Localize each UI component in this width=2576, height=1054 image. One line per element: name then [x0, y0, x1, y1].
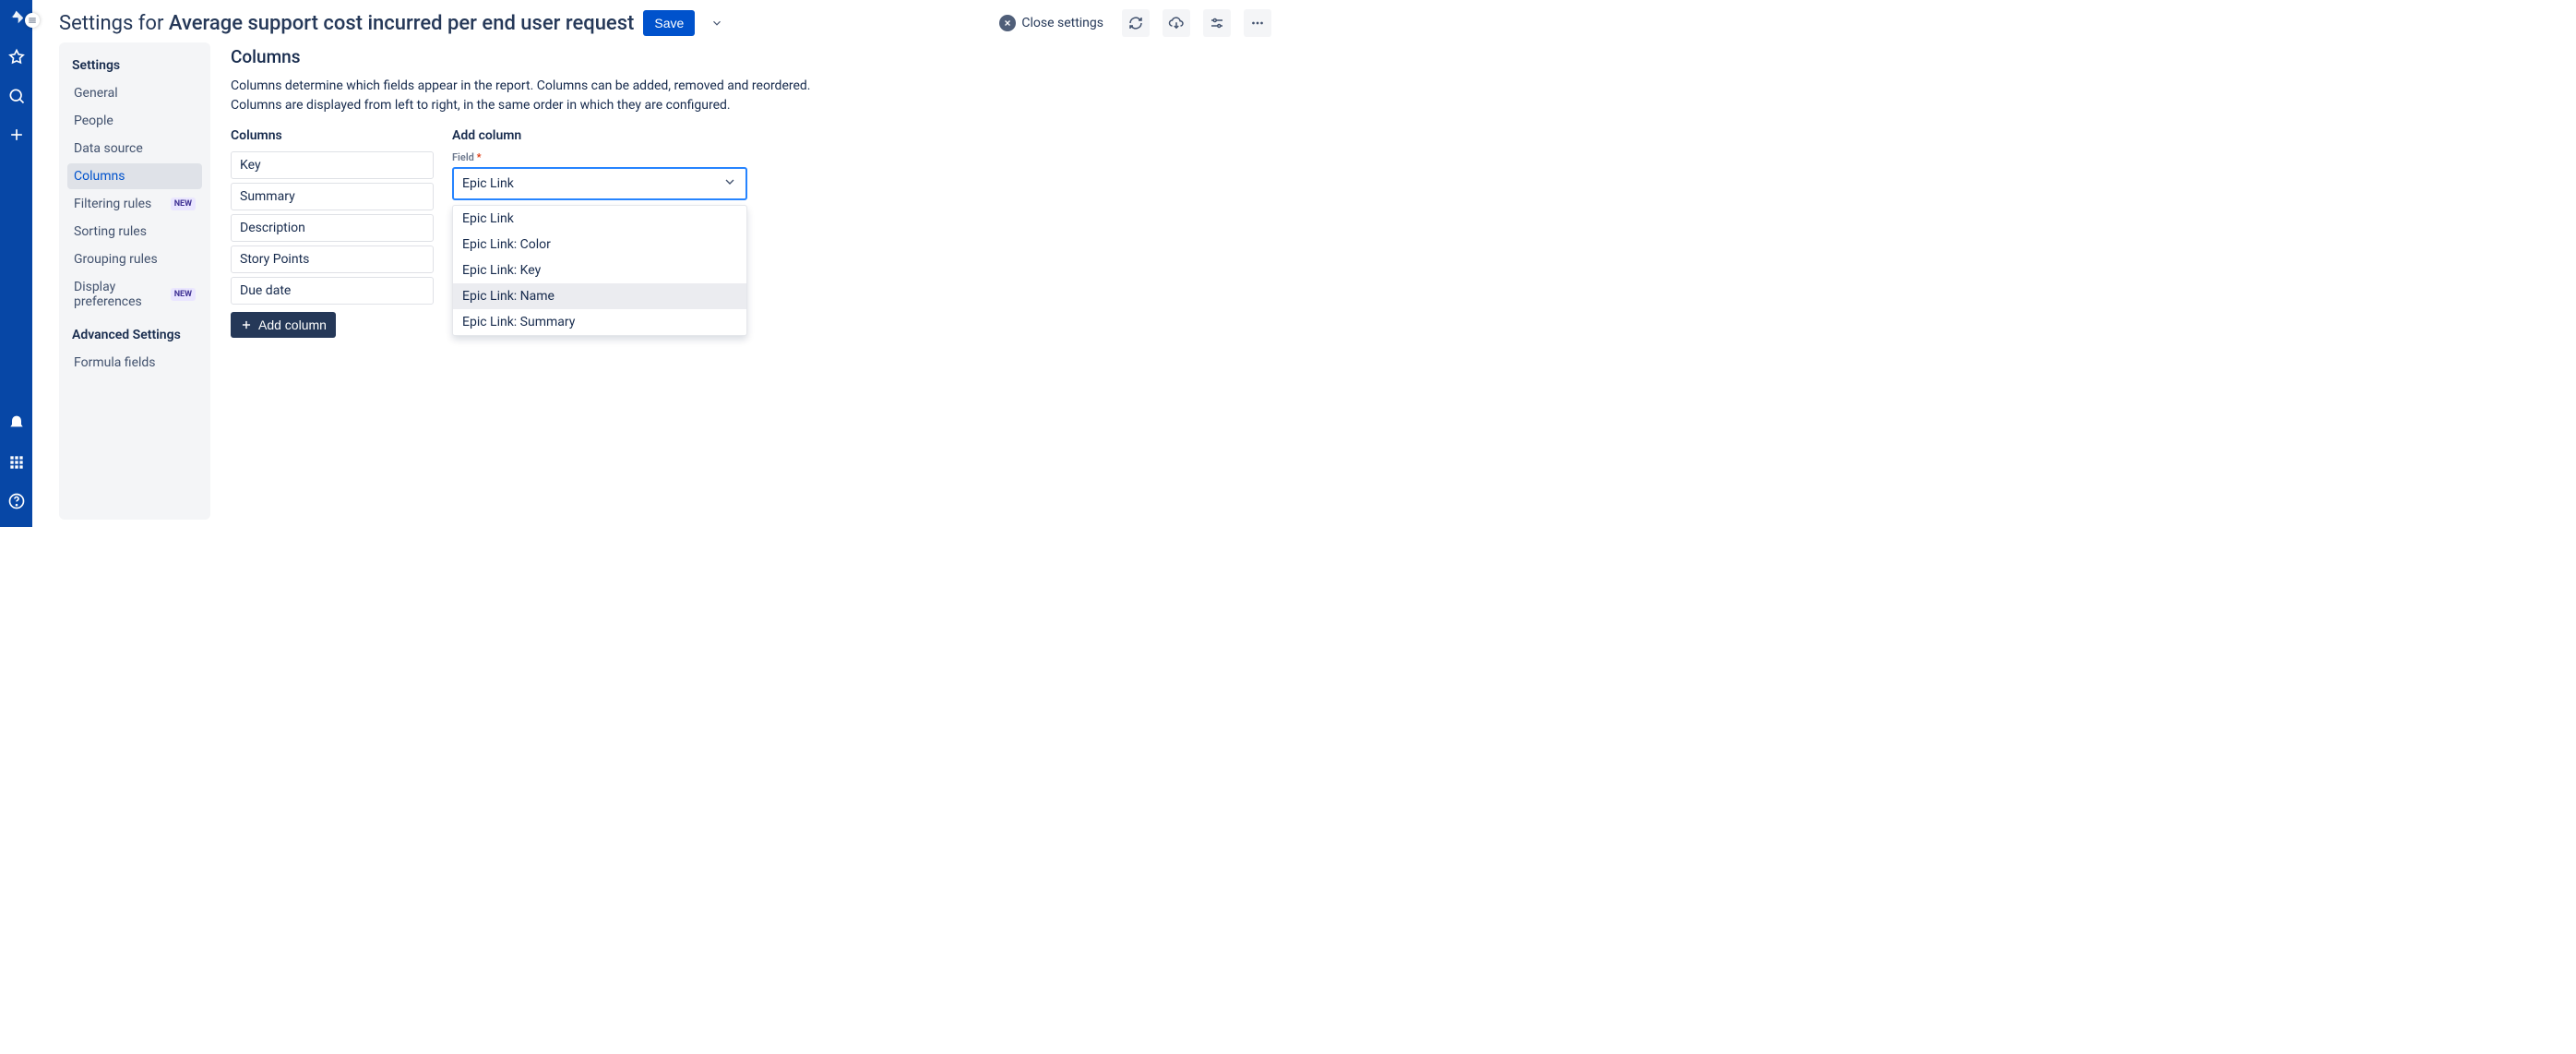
close-settings-button[interactable]: Close settings	[999, 15, 1103, 31]
close-icon	[999, 15, 1016, 31]
sidebar-item-columns[interactable]: Columns	[67, 163, 202, 189]
column-pill[interactable]: Due date	[231, 277, 434, 305]
sidebar-item-display-preferences[interactable]: Display preferencesNEW	[67, 274, 202, 315]
star-icon[interactable]	[7, 48, 26, 70]
sidebar-item-people[interactable]: People	[67, 108, 202, 134]
settings-sidebar: Settings General People Data source Columns…	[59, 42, 210, 520]
sidebar-collapse-handle[interactable]	[25, 13, 40, 28]
add-column-section-title: Add column	[452, 128, 747, 143]
sidebar-group-settings: Settings	[67, 54, 202, 80]
column-pill[interactable]: Story Points	[231, 246, 434, 273]
chevron-down-icon	[722, 174, 737, 193]
field-select[interactable]: Epic Link	[452, 167, 747, 200]
sidebar-item-filtering-rules[interactable]: Filtering rules NEW	[67, 191, 202, 217]
column-pill[interactable]: Summary	[231, 183, 434, 210]
settings-header: Settings for Average support cost incurr…	[59, 9, 1271, 37]
settings-sliders-button[interactable]	[1203, 9, 1231, 37]
global-nav-rail	[0, 0, 32, 527]
refresh-button[interactable]	[1122, 9, 1150, 37]
help-icon[interactable]	[7, 492, 26, 514]
sidebar-item-label: Display preferences	[74, 280, 171, 309]
add-column-button[interactable]: Add column	[231, 312, 336, 338]
more-button[interactable]	[1244, 9, 1271, 37]
sidebar-item-label: Data source	[74, 141, 143, 156]
dropdown-option[interactable]: Epic Link: Key	[453, 258, 746, 283]
sidebar-item-label: Columns	[74, 169, 125, 184]
page-title: Settings for Average support cost incurr…	[59, 12, 634, 35]
columns-list-title: Columns	[231, 128, 434, 143]
jira-logo-icon[interactable]	[7, 9, 26, 31]
settings-content: Columns Columns determine which fields a…	[229, 42, 1271, 520]
cloud-download-button[interactable]	[1163, 9, 1190, 37]
sidebar-item-data-source[interactable]: Data source	[67, 136, 202, 162]
dropdown-option[interactable]: Epic Link: Summary	[453, 309, 746, 335]
sidebar-item-label: Filtering rules	[74, 197, 151, 211]
dropdown-option[interactable]: Epic Link	[453, 206, 746, 232]
search-icon[interactable]	[7, 87, 26, 109]
field-select-value: Epic Link	[462, 176, 514, 191]
close-label: Close settings	[1021, 16, 1103, 30]
new-badge: NEW	[171, 198, 196, 210]
column-pill[interactable]: Description	[231, 214, 434, 242]
sidebar-item-formula-fields[interactable]: Formula fields	[67, 350, 202, 376]
field-label: Field *	[452, 151, 747, 163]
content-heading: Columns	[231, 46, 1271, 67]
title-subject: Average support cost incurred per end us…	[169, 12, 634, 35]
column-pill[interactable]: Key	[231, 151, 434, 179]
sidebar-item-label: Grouping rules	[74, 252, 158, 267]
title-prefix: Settings for	[59, 12, 169, 35]
save-dropdown-button[interactable]	[704, 10, 730, 36]
save-button[interactable]: Save	[643, 10, 695, 36]
sidebar-item-grouping-rules[interactable]: Grouping rules	[67, 246, 202, 272]
plus-icon[interactable]	[7, 126, 26, 148]
sidebar-collapse-edge	[32, 0, 42, 527]
notification-bell-icon[interactable]	[7, 414, 26, 437]
dropdown-option[interactable]: Epic Link: Name	[453, 283, 746, 309]
add-column-label: Add column	[258, 317, 327, 332]
sidebar-item-label: People	[74, 114, 113, 128]
sidebar-item-general[interactable]: General	[67, 80, 202, 106]
field-label-text: Field	[452, 151, 474, 163]
sidebar-group-advanced: Advanced Settings	[67, 324, 202, 350]
sidebar-item-label: Formula fields	[74, 355, 156, 370]
sidebar-item-sorting-rules[interactable]: Sorting rules	[67, 219, 202, 245]
new-badge: NEW	[171, 288, 196, 301]
required-asterisk: *	[477, 151, 482, 163]
apps-grid-icon[interactable]	[7, 453, 26, 475]
dropdown-option[interactable]: Epic Link: Color	[453, 232, 746, 258]
sidebar-item-label: General	[74, 86, 118, 101]
content-description: Columns determine which fields appear in…	[231, 77, 858, 115]
field-dropdown-menu: Epic LinkEpic Link: ColorEpic Link: KeyE…	[452, 205, 747, 336]
sidebar-item-label: Sorting rules	[74, 224, 147, 239]
